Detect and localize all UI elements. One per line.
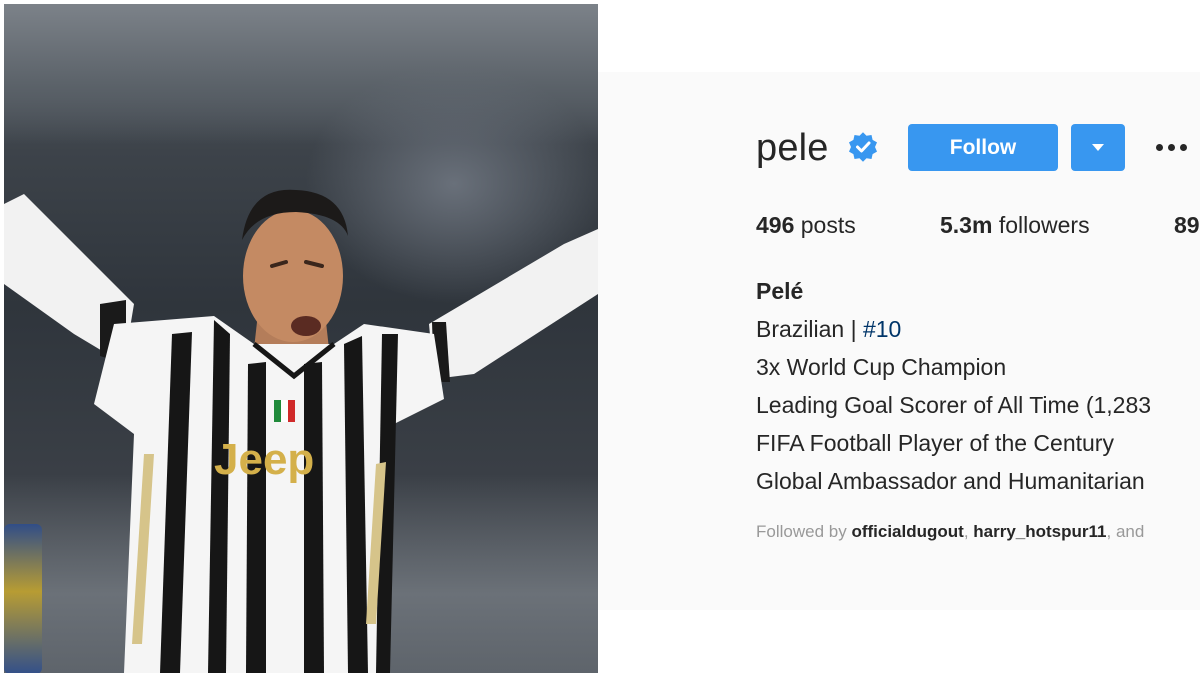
bio-line-1-text: Brazilian | bbox=[756, 316, 863, 342]
followers-count: 5.3m bbox=[940, 212, 993, 238]
profile-full-name: Pelé bbox=[756, 278, 804, 304]
more-options-button[interactable] bbox=[1146, 130, 1196, 164]
following-count: 89 bbox=[1174, 212, 1200, 238]
followed-by-prefix: Followed by bbox=[756, 522, 852, 541]
hashtag-link[interactable]: #10 bbox=[863, 316, 901, 342]
followed-by-user-1[interactable]: officialdugout bbox=[851, 522, 963, 541]
bio-line-1: Brazilian | #10 bbox=[756, 316, 901, 343]
caret-down-icon bbox=[1092, 144, 1104, 151]
instagram-profile-panel: pele Follow 496 posts 5.3m followers 89 … bbox=[598, 72, 1200, 610]
followers-label: followers bbox=[992, 212, 1090, 238]
follow-button[interactable]: Follow bbox=[908, 124, 1058, 171]
bio-line-3: Leading Goal Scorer of All Time (1,283 bbox=[756, 392, 1152, 418]
posts-count-stat: 496 posts bbox=[756, 212, 856, 239]
profile-username: pele bbox=[756, 127, 829, 169]
verified-badge-icon bbox=[849, 132, 877, 162]
suggestions-dropdown-button[interactable] bbox=[1071, 124, 1125, 171]
followed-by-suffix: , and bbox=[1106, 522, 1145, 541]
followers-count-stat[interactable]: 5.3m followers bbox=[940, 212, 1090, 239]
bio-line-2: 3x World Cup Champion bbox=[756, 354, 1007, 380]
posts-count: 496 bbox=[756, 212, 795, 238]
jersey-sponsor-text: Jeep bbox=[214, 435, 314, 484]
followed-by-user-2[interactable]: harry_hotspur11 bbox=[973, 522, 1106, 541]
posts-label: posts bbox=[794, 212, 856, 238]
bio-line-4: FIFA Football Player of the Century bbox=[756, 430, 1114, 456]
followed-by-sep: , bbox=[963, 522, 974, 541]
following-count-stat[interactable]: 89 bbox=[1174, 212, 1200, 239]
player-photo: Jeep bbox=[4, 4, 598, 673]
followed-by-line: Followed by officialdugout, harry_hotspu… bbox=[756, 522, 1144, 542]
player-figure: Jeep bbox=[4, 189, 598, 673]
bio-line-5: Global Ambassador and Humanitarian bbox=[756, 468, 1145, 494]
